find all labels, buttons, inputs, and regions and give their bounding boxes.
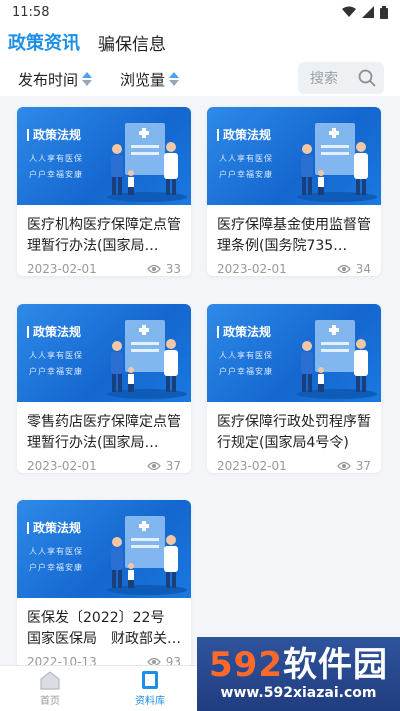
- site-watermark-logo: 592软件园 www.592xiazai.com: [197, 637, 400, 711]
- card-date: 2023-02-01: [217, 262, 287, 276]
- card-title: 医疗保障基金使用监督管理条例(国务院735…: [217, 217, 371, 254]
- card-meta: 2023-02-01 37: [17, 454, 191, 473]
- library-book-icon: [142, 671, 158, 689]
- search-icon: [358, 69, 376, 87]
- card-views: 34: [336, 262, 371, 276]
- sort-publish-time[interactable]: 发布时间: [18, 69, 93, 90]
- article-card[interactable]: 政策法规 人人享有医保 户户幸福安康 医保发〔2022〕22号 国家医保局 财政…: [17, 500, 191, 669]
- sort-views-label: 浏览量: [120, 70, 166, 89]
- card-meta: 2023-02-01 37: [207, 454, 381, 473]
- banner-slogan-1: 人人享有医保: [29, 547, 83, 556]
- search-placeholder: 搜索: [310, 71, 338, 87]
- eye-icon: [146, 264, 161, 274]
- banner-title: 政策法规: [27, 129, 81, 141]
- card-date: 2023-02-01: [217, 459, 287, 473]
- tab-fraud-info[interactable]: 骗保信息: [98, 30, 166, 57]
- card-meta: 2023-02-01 33: [17, 257, 191, 276]
- card-title: 零售药店医疗保障定点管理暂行办法(国家局…: [27, 414, 181, 451]
- card-title: 医疗机构医疗保障定点管理暂行办法(国家局…: [27, 217, 181, 254]
- card-date: 2023-02-01: [27, 262, 97, 276]
- sort-arrows-icon: [169, 72, 180, 86]
- signal-icon: [362, 6, 374, 18]
- card-title: 医保发〔2022〕22号 国家医保局 财政部关…: [27, 610, 181, 647]
- doctors-illustration-icon: [297, 123, 377, 202]
- banner-slogan-2: 户户幸福安康: [29, 367, 83, 376]
- article-card[interactable]: 政策法规 人人享有医保 户户幸福安康 医疗保障行政处罚程序暂行规定(国家局4号令…: [207, 304, 381, 473]
- nav-library-label: 资料库: [135, 696, 165, 707]
- card-meta: 2023-02-01 34: [207, 257, 381, 276]
- article-card[interactable]: 政策法规 人人享有医保 户户幸福安康 医疗保障基金使用监督管理条例(国务院735…: [207, 107, 381, 276]
- doctors-illustration-icon: [297, 320, 377, 399]
- card-view-count: 33: [165, 262, 181, 276]
- watermark-text: 软件园: [282, 645, 388, 685]
- battery-icon: [380, 5, 388, 19]
- banner-slogan-1: 人人享有医保: [219, 154, 273, 163]
- policy-banner-image: 政策法规 人人享有医保 户户幸福安康: [17, 107, 191, 205]
- wifi-icon: [342, 6, 356, 17]
- eye-icon: [146, 461, 161, 471]
- card-date: 2023-02-01: [27, 459, 97, 473]
- banner-slogan-1: 人人享有医保: [29, 154, 83, 163]
- eye-icon: [336, 264, 351, 274]
- sort-arrows-icon: [82, 72, 93, 86]
- banner-title: 政策法规: [27, 522, 81, 534]
- filter-bar: 发布时间 浏览量 搜索: [0, 62, 400, 96]
- tab-policy-news[interactable]: 政策资讯: [8, 29, 80, 57]
- status-bar: 11:58: [0, 0, 400, 24]
- doctors-illustration-icon: [107, 516, 187, 595]
- article-card[interactable]: 政策法规 人人享有医保 户户幸福安康 医疗机构医疗保障定点管理暂行办法(国家局……: [17, 107, 191, 276]
- nav-home[interactable]: 首页: [0, 666, 100, 711]
- banner-slogan-2: 户户幸福安康: [29, 170, 83, 179]
- top-tabs: 政策资讯 骗保信息: [0, 24, 400, 62]
- eye-icon: [336, 461, 351, 471]
- card-view-count: 37: [165, 459, 181, 473]
- doctors-illustration-icon: [107, 320, 187, 399]
- watermark-number: 592: [209, 645, 283, 685]
- sort-views[interactable]: 浏览量: [120, 69, 180, 90]
- card-views: 37: [336, 459, 371, 473]
- doctors-illustration-icon: [107, 123, 187, 202]
- article-card[interactable]: 政策法规 人人享有医保 户户幸福安康 零售药店医疗保障定点管理暂行办法(国家局……: [17, 304, 191, 473]
- banner-title: 政策法规: [27, 326, 81, 338]
- status-time: 11:58: [12, 4, 50, 20]
- card-title: 医疗保障行政处罚程序暂行规定(国家局4号令): [217, 414, 371, 451]
- policy-banner-image: 政策法规 人人享有医保 户户幸福安康: [17, 500, 191, 598]
- banner-slogan-2: 户户幸福安康: [219, 170, 273, 179]
- banner-slogan-2: 户户幸福安康: [29, 563, 83, 572]
- banner-slogan-1: 人人享有医保: [219, 351, 273, 360]
- status-icons: [342, 5, 388, 19]
- nav-home-label: 首页: [40, 696, 60, 707]
- banner-title: 政策法规: [217, 129, 271, 141]
- home-icon: [40, 671, 60, 690]
- banner-slogan-1: 人人享有医保: [29, 351, 83, 360]
- policy-banner-image: 政策法规 人人享有医保 户户幸福安康: [17, 304, 191, 402]
- banner-title: 政策法规: [217, 326, 271, 338]
- policy-banner-image: 政策法规 人人享有医保 户户幸福安康: [207, 304, 381, 402]
- policy-banner-image: 政策法规 人人享有医保 户户幸福安康: [207, 107, 381, 205]
- card-view-count: 34: [355, 262, 371, 276]
- sort-publish-label: 发布时间: [18, 70, 79, 89]
- search-input[interactable]: 搜索: [298, 62, 384, 94]
- watermark-url: www.592xiazai.com: [220, 685, 377, 701]
- nav-library[interactable]: 资料库: [100, 666, 200, 711]
- card-views: 33: [146, 262, 181, 276]
- banner-slogan-2: 户户幸福安康: [219, 367, 273, 376]
- card-view-count: 37: [355, 459, 371, 473]
- card-views: 37: [146, 459, 181, 473]
